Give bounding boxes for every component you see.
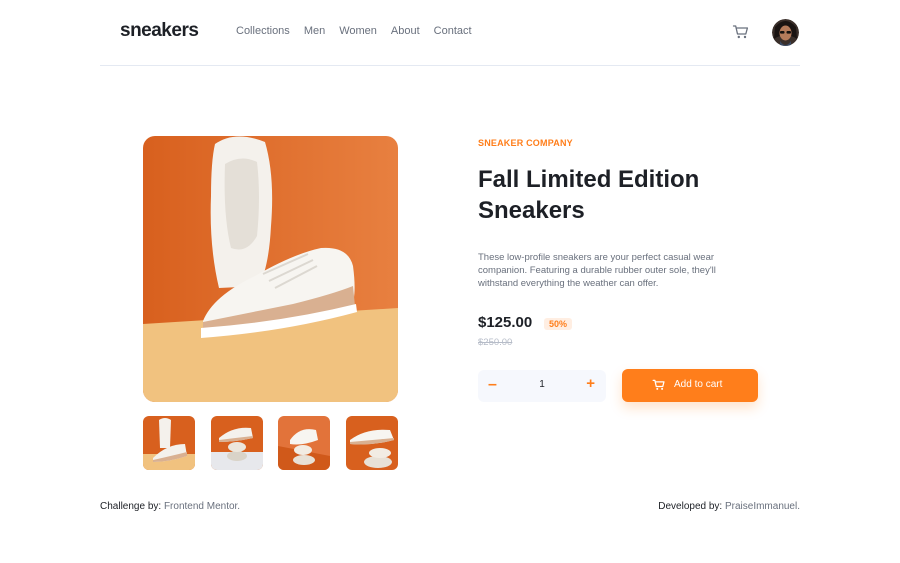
company-name: SNEAKER COMPANY <box>478 138 573 148</box>
nav-men[interactable]: Men <box>304 25 325 37</box>
thumbnail-4-image <box>346 416 398 470</box>
challenge-link[interactable]: Frontend Mentor. <box>164 501 240 512</box>
user-avatar-icon <box>772 19 799 46</box>
main-nav: Collections Men Women About Contact <box>236 25 486 37</box>
footer-developer: Developed by: PraiseImmanuel. <box>658 501 800 512</box>
current-price: $125.00 <box>478 314 533 331</box>
thumbnail-3[interactable] <box>278 416 330 470</box>
site-header: sneakers Collections Men Women About Con… <box>100 0 800 66</box>
footer-challenge: Challenge by: Frontend Mentor. <box>100 501 240 512</box>
thumbnail-1[interactable] <box>143 416 195 470</box>
developer-label: Developed by: <box>658 501 723 512</box>
cart-button[interactable] <box>732 23 750 41</box>
product-title-line2: Sneakers <box>478 197 585 224</box>
thumbnail-1-image <box>143 416 195 470</box>
add-to-cart-button[interactable]: Add to cart <box>622 369 758 402</box>
original-price: $250.00 <box>478 337 513 348</box>
nav-women[interactable]: Women <box>339 25 377 37</box>
nav-contact[interactable]: Contact <box>434 25 472 37</box>
thumbnail-4[interactable] <box>346 416 398 470</box>
nav-about[interactable]: About <box>391 25 420 37</box>
discount-badge: 50% <box>544 318 573 330</box>
main-product-image[interactable] <box>143 136 398 402</box>
quantity-stepper: – 1 + <box>478 370 606 402</box>
thumbnail-3-image <box>278 416 330 470</box>
sneaker-photo <box>143 136 398 402</box>
product-description: These low-profile sneakers are your perf… <box>478 252 716 289</box>
thumbnail-2-image <box>211 416 263 470</box>
challenge-label: Challenge by: <box>100 501 162 512</box>
cart-icon <box>652 379 665 390</box>
product-title-line1: Fall Limited Edition <box>478 166 700 193</box>
cart-icon <box>732 25 749 39</box>
increase-quantity-button[interactable]: + <box>586 375 595 392</box>
avatar[interactable] <box>772 19 799 46</box>
add-to-cart-label: Add to cart <box>674 379 723 390</box>
thumbnail-2[interactable] <box>211 416 263 470</box>
developer-link[interactable]: PraiseImmanuel. <box>725 501 800 512</box>
nav-collections[interactable]: Collections <box>236 25 290 37</box>
logo[interactable]: sneakers <box>120 20 199 42</box>
product-title: Fall Limited Edition Sneakers <box>478 164 738 226</box>
